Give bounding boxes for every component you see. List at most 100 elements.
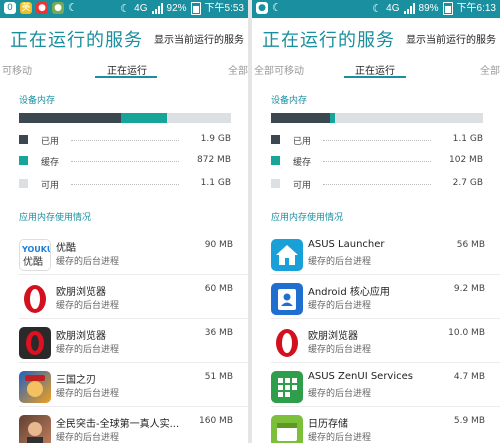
battery-percent: 89% xyxy=(418,2,439,14)
app-memory: 60 MB xyxy=(204,284,233,294)
app-row[interactable]: ASUS ZenUI Services 缓存的后台进程 4.7 MB xyxy=(271,367,500,407)
tab-movable[interactable]: 可移动 xyxy=(2,62,32,77)
cache-swatch xyxy=(19,156,28,165)
app-row[interactable]: 日历存储 缓存的后台进程 5.9 MB xyxy=(271,411,485,443)
app-status: 缓存的后台进程 xyxy=(56,389,120,399)
app-memory-heading: 应用内存使用情况 xyxy=(19,213,92,223)
legend-label: 缓存 xyxy=(293,158,312,168)
right-screenshot: ● ☾ ☾ 4G 89% 下午6:13 正在运行的服务 显示当前运行的服务 全部… xyxy=(252,0,500,443)
moon-icon: ☾ xyxy=(120,1,131,15)
app-name: 全民突击-全球第一真人实... xyxy=(56,419,180,430)
app-memory: 9.2 MB xyxy=(453,284,485,294)
tab-running[interactable]: 正在运行 xyxy=(355,62,395,77)
legend-label: 已用 xyxy=(293,137,312,147)
app-memory: 51 MB xyxy=(204,372,233,382)
legend-value: 2.7 GB xyxy=(452,178,483,188)
moon-icon: ☾ xyxy=(272,1,282,14)
app-status: 缓存的后台进程 xyxy=(56,301,120,311)
memory-cache-segment xyxy=(330,113,335,123)
notification-app-icon: ● xyxy=(256,2,268,14)
legend-value: 102 MB xyxy=(449,155,483,165)
legend-used: 已用 1.1 GB xyxy=(271,133,483,147)
moon-icon: ☾ xyxy=(68,1,78,14)
app-status: 缓存的后台进程 xyxy=(308,389,372,399)
legend-value: 1.9 GB xyxy=(200,134,231,144)
battery-icon xyxy=(442,2,453,15)
status-bar: ● ☾ ☾ 4G 89% 下午6:13 xyxy=(252,0,500,18)
free-swatch xyxy=(271,179,280,188)
memory-bar xyxy=(19,113,231,123)
legend-free: 可用 2.7 GB xyxy=(271,177,483,191)
legend-free: 可用 1.1 GB xyxy=(19,177,231,191)
app-memory: 56 MB xyxy=(456,240,485,250)
tab-all[interactable]: 全部 xyxy=(228,62,248,77)
app-name: 三国之刃 xyxy=(56,375,96,386)
notification-app-icon: ● xyxy=(36,2,48,14)
tab-movable[interactable]: 全部可移动 xyxy=(254,62,304,77)
opera-icon xyxy=(271,327,303,359)
legend-label: 缓存 xyxy=(41,158,60,168)
shooter-game-icon xyxy=(19,415,51,443)
app-row[interactable]: Android 核心应用 缓存的后台进程 9.2 MB xyxy=(271,279,500,319)
moon-icon: ☾ xyxy=(372,1,383,15)
used-swatch xyxy=(271,135,280,144)
network-type: 4G xyxy=(386,2,400,14)
memory-bar xyxy=(271,113,483,123)
opera-dark-icon xyxy=(19,327,51,359)
app-memory: 10.0 MB xyxy=(448,328,485,338)
app-name: 优酷 xyxy=(56,243,76,254)
contacts-icon xyxy=(271,283,303,315)
app-name: 欧朋浏览器 xyxy=(56,331,106,342)
app-name: ASUS ZenUI Services xyxy=(308,371,413,382)
app-name: 日历存储 xyxy=(308,419,348,430)
notification-app-icon: ● xyxy=(52,2,64,14)
app-memory: 4.7 MB xyxy=(453,372,485,382)
calendar-storage-icon xyxy=(271,415,303,443)
app-memory: 90 MB xyxy=(204,240,233,250)
tab-running[interactable]: 正在运行 xyxy=(107,62,147,77)
legend-value: 872 MB xyxy=(197,155,231,165)
show-running-services-button[interactable]: 显示当前运行的服务 xyxy=(406,31,496,46)
app-row[interactable]: 三国之刃 缓存的后台进程 51 MB xyxy=(19,367,248,407)
app-row[interactable]: 欧朋浏览器 缓存的后台进程 60 MB xyxy=(19,279,248,319)
app-memory: 36 MB xyxy=(204,328,233,338)
app-name: 欧朋浏览器 xyxy=(308,331,358,342)
app-header: 正在运行的服务 显示当前运行的服务 xyxy=(252,20,500,58)
device-memory-heading: 设备内存 xyxy=(271,96,308,106)
active-tab-indicator xyxy=(344,76,406,78)
legend-value: 1.1 GB xyxy=(200,178,231,188)
app-status: 缓存的后台进程 xyxy=(308,257,372,267)
cache-swatch xyxy=(271,156,280,165)
tab-bar: 可移动 正在运行 全部 xyxy=(0,60,248,78)
tab-all[interactable]: 全部 xyxy=(480,62,500,77)
app-memory-heading: 应用内存使用情况 xyxy=(271,213,344,223)
app-row[interactable]: 全民突击-全球第一真人实... 缓存的后台进程 160 MB xyxy=(19,411,233,443)
status-bar: 0 美 ● ● ☾ ☾ 4G 92% 下午5:53 xyxy=(0,0,248,18)
youku-icon: YOUKU优酷 xyxy=(19,239,51,271)
legend-label: 可用 xyxy=(41,181,60,191)
show-running-services-button[interactable]: 显示当前运行的服务 xyxy=(154,31,244,46)
clock: 下午5:53 xyxy=(204,2,244,14)
app-memory: 5.9 MB xyxy=(453,416,485,426)
legend-label: 已用 xyxy=(41,137,60,147)
zenui-icon xyxy=(271,371,303,403)
memory-used-segment xyxy=(271,113,331,123)
legend-cache: 缓存 872 MB xyxy=(19,154,231,168)
app-status: 缓存的后台进程 xyxy=(56,345,120,355)
app-row[interactable]: ASUS Launcher 缓存的后台进程 56 MB xyxy=(271,235,500,275)
app-name: 欧朋浏览器 xyxy=(56,287,106,298)
game-icon xyxy=(19,371,51,403)
home-icon xyxy=(271,239,303,271)
legend-cache: 缓存 102 MB xyxy=(271,154,483,168)
app-row[interactable]: 欧朋浏览器 缓存的后台进程 10.0 MB xyxy=(271,323,500,363)
network-type: 4G xyxy=(134,2,148,14)
app-name: ASUS Launcher xyxy=(308,239,385,250)
app-row[interactable]: YOUKU优酷 优酷 缓存的后台进程 90 MB xyxy=(19,235,248,275)
app-header: 正在运行的服务 显示当前运行的服务 xyxy=(0,20,248,58)
memory-used-segment xyxy=(19,113,121,123)
app-memory: 160 MB xyxy=(199,416,233,426)
page-title: 正在运行的服务 xyxy=(262,30,395,51)
app-row[interactable]: 欧朋浏览器 缓存的后台进程 36 MB xyxy=(19,323,248,363)
battery-icon xyxy=(190,2,201,15)
opera-icon xyxy=(19,283,51,315)
